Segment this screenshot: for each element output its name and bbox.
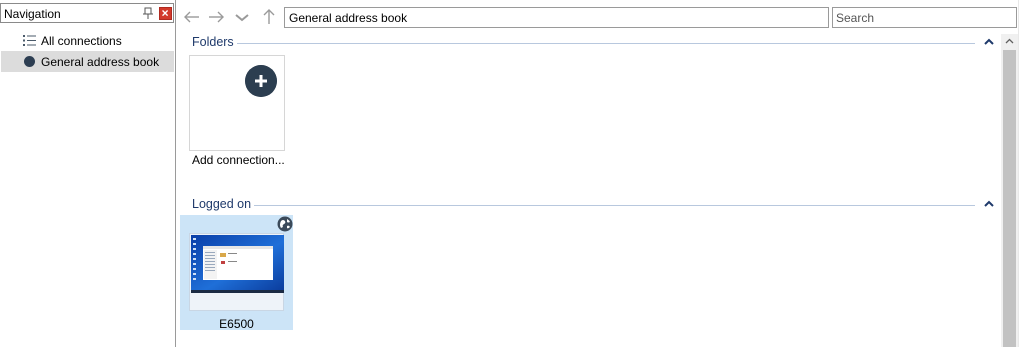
scroll-up-icon[interactable] xyxy=(1001,34,1018,49)
nav-item-label: All connections xyxy=(41,34,122,48)
chevron-down-icon[interactable] xyxy=(232,7,252,27)
collapse-icon[interactable] xyxy=(983,198,995,210)
search-input[interactable]: Search xyxy=(832,7,1017,28)
address-bar[interactable]: General address book xyxy=(284,7,829,28)
scrollbar-thumb[interactable] xyxy=(1003,50,1016,347)
window: Navigation All connections General addre… xyxy=(0,0,1030,347)
add-connection-label: Add connection... xyxy=(192,153,285,167)
group-divider xyxy=(254,205,975,206)
address-book-icon xyxy=(24,56,35,67)
plus-icon xyxy=(245,65,277,97)
back-arrow-icon[interactable] xyxy=(182,7,202,27)
close-icon[interactable] xyxy=(159,7,172,20)
group-divider xyxy=(237,43,975,44)
group-header-logged-on[interactable]: Logged on xyxy=(192,197,1004,213)
group-header-folders[interactable]: Folders xyxy=(192,35,1004,51)
navigation-title: Navigation xyxy=(4,7,61,21)
toolbar: General address book Search xyxy=(176,0,1030,34)
desktop-thumbnail xyxy=(191,235,284,293)
add-connection-tile[interactable] xyxy=(189,55,285,151)
nav-item-all-connections[interactable]: All connections xyxy=(1,30,174,51)
content-area: Folders Add connection... Logged on E650… xyxy=(177,34,1000,347)
connection-tile-e6500[interactable]: E6500 xyxy=(180,215,293,331)
globe-icon xyxy=(277,216,293,232)
window-edge xyxy=(1018,0,1030,347)
forward-arrow-icon[interactable] xyxy=(206,7,226,27)
screen-thumbnail xyxy=(189,233,284,311)
navigation-pane: Navigation All connections General addre… xyxy=(0,0,176,347)
vertical-scrollbar[interactable] xyxy=(1001,34,1018,347)
pin-icon[interactable] xyxy=(142,7,154,20)
connection-label: E6500 xyxy=(219,317,254,331)
nav-item-label: General address book xyxy=(41,55,160,69)
up-arrow-icon[interactable] xyxy=(259,7,279,27)
collapse-icon[interactable] xyxy=(983,36,995,48)
list-icon xyxy=(23,35,36,46)
group-title: Folders xyxy=(192,35,234,49)
group-title: Logged on xyxy=(192,197,252,211)
nav-item-general-address-book[interactable]: General address book xyxy=(1,51,174,72)
navigation-header: Navigation xyxy=(0,3,174,23)
